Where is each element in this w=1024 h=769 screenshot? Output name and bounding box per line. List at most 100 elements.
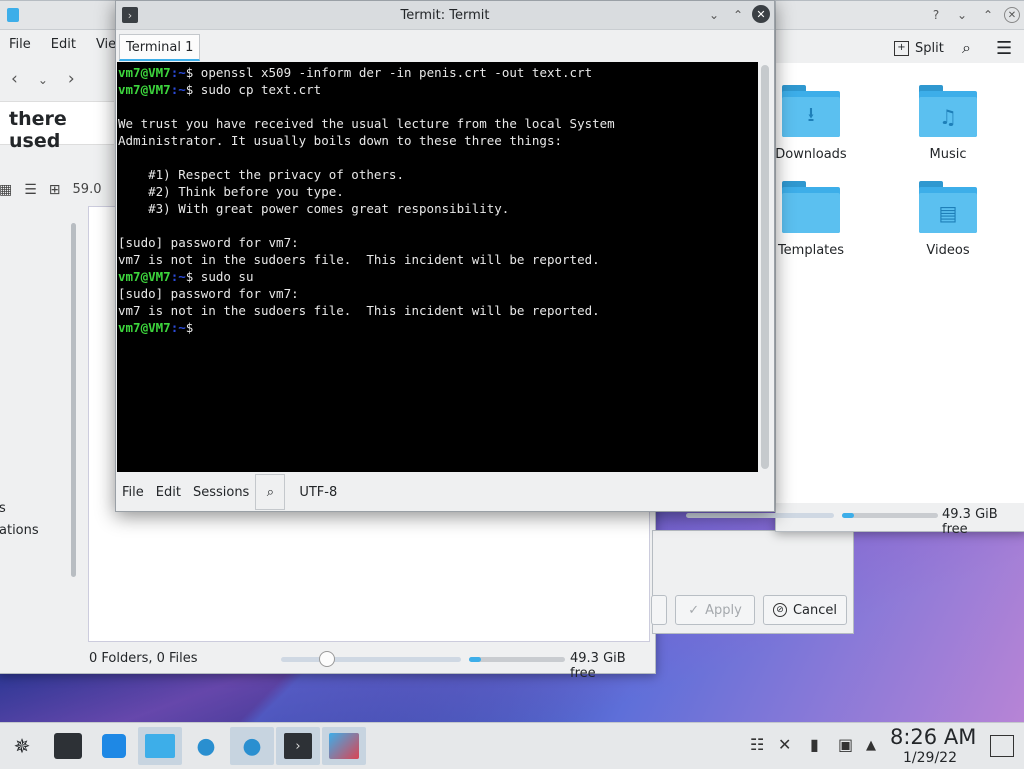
device-notifier-icon[interactable]: ▮ bbox=[810, 735, 819, 754]
apply-label: Apply bbox=[705, 602, 742, 618]
folder-label-music[interactable]: Music bbox=[893, 147, 1003, 162]
file-icon-view[interactable]: ⭳ Downloads ♫ Music Templates ▤ Videos bbox=[775, 63, 1024, 503]
termit-titlebar[interactable]: › Termit: Termit ⌄ ⌃ ✕ bbox=[116, 1, 774, 30]
terminal-line: vm7@VM7:~$ bbox=[118, 319, 758, 336]
search-icon[interactable]: ⌕ bbox=[255, 474, 286, 510]
split-icon: + bbox=[894, 41, 909, 56]
prompt-path: :~ bbox=[170, 320, 186, 335]
expand-tray-icon[interactable]: ▲ bbox=[866, 738, 876, 753]
music-folder-icon[interactable]: ♫ bbox=[919, 85, 979, 139]
terminal-line: vm7@VM7:~$ openssl x509 -inform der -in … bbox=[118, 64, 758, 81]
dolphin-right-titlebar[interactable]: ? ⌄ ⌃ ✕ bbox=[776, 1, 1024, 30]
screenshot-tool-icon[interactable] bbox=[322, 727, 366, 765]
terminal-line: vm7 is not in the sudoers file. This inc… bbox=[118, 303, 600, 318]
icons-view-icon[interactable]: ▦ bbox=[0, 182, 12, 198]
tab-terminal-1[interactable]: Terminal 1 bbox=[119, 34, 201, 61]
free-space-label-right: 49.3 GiB free bbox=[942, 507, 998, 537]
prompt-command: $ sudo su bbox=[185, 269, 254, 284]
split-label: Split bbox=[915, 41, 944, 56]
application-launcher-icon[interactable]: ✵ bbox=[0, 727, 44, 765]
terminal-line: vm7@VM7:~$ sudo su bbox=[118, 268, 758, 285]
menu-edit[interactable]: Edit bbox=[51, 37, 76, 52]
terminal-task-icon[interactable]: › bbox=[276, 727, 320, 765]
termit-window[interactable]: › Termit: Termit ⌄ ⌃ ✕ Terminal 1 vm7@VM… bbox=[115, 0, 775, 512]
dolphin-back-menubar: File Edit View bbox=[9, 37, 127, 52]
downloads-folder-icon[interactable]: ⭳ bbox=[782, 85, 842, 139]
terminal-line: [sudo] password for vm7: bbox=[118, 235, 299, 250]
sidebar-scrollbar[interactable] bbox=[71, 223, 76, 577]
window-title: Termit: Termit bbox=[400, 7, 490, 23]
bottom-menu-edit[interactable]: Edit bbox=[156, 485, 181, 500]
split-button[interactable]: + Split bbox=[894, 41, 944, 56]
close-icon[interactable]: ✕ bbox=[1004, 7, 1020, 23]
status-folders-files: 0 Folders, 0 Files bbox=[89, 651, 198, 666]
check-icon: ✓ bbox=[688, 602, 700, 618]
dialog-window: ✓ Apply ⊘ Cancel bbox=[651, 530, 854, 634]
prompt-user-host: vm7@VM7 bbox=[118, 320, 171, 335]
dolphin-task-icon[interactable] bbox=[138, 727, 182, 765]
videos-folder-icon[interactable]: ▤ bbox=[919, 181, 979, 235]
ok-button-partial[interactable] bbox=[651, 595, 667, 625]
templates-folder-icon[interactable] bbox=[782, 181, 842, 235]
prompt-user-host: vm7@VM7 bbox=[118, 65, 171, 80]
dolphin-back-nav: ‹ ⌄ › bbox=[11, 69, 75, 89]
terminal-line: We trust you have received the usual lec… bbox=[118, 116, 615, 131]
prompt-command: $ sudo cp text.crt bbox=[185, 82, 322, 97]
prompt-path: :~ bbox=[170, 82, 186, 97]
minimize-icon[interactable]: ⌄ bbox=[952, 5, 972, 25]
show-desktop-icon[interactable] bbox=[990, 735, 1014, 757]
prompt-path: :~ bbox=[170, 65, 186, 80]
zoom-slider-right[interactable] bbox=[686, 513, 834, 518]
details-view-icon[interactable]: ⊞ bbox=[49, 182, 61, 198]
tab-label: Terminal 1 bbox=[126, 39, 194, 55]
prompt-user-host: vm7@VM7 bbox=[118, 269, 171, 284]
free-space-label: 49.3 GiB free bbox=[570, 651, 626, 681]
system-settings-icon[interactable] bbox=[46, 727, 90, 765]
zoom-slider[interactable] bbox=[281, 651, 461, 667]
prompt-command: $ bbox=[185, 320, 201, 335]
menu-file[interactable]: File bbox=[9, 37, 31, 52]
chevron-down-icon[interactable]: ⌄ bbox=[38, 73, 48, 89]
terminal-line: #2) Think before you type. bbox=[118, 184, 344, 199]
terminal-line: [sudo] password for vm7: bbox=[118, 286, 299, 301]
clock-time[interactable]: 8:26 AM bbox=[890, 725, 976, 749]
volume-muted-icon[interactable]: ✕ bbox=[778, 735, 791, 754]
discover-store-icon[interactable] bbox=[92, 727, 136, 765]
search-icon[interactable]: ⌕ bbox=[962, 38, 971, 58]
zoom-slider-handle[interactable] bbox=[319, 651, 335, 667]
terminal-line: Administrator. It usually boils down to … bbox=[118, 133, 563, 148]
bottom-menu-file[interactable]: File bbox=[122, 485, 144, 500]
network-icon[interactable]: ▣ bbox=[838, 735, 853, 754]
apply-button[interactable]: ✓ Apply bbox=[675, 595, 755, 625]
encoding-label[interactable]: UTF-8 bbox=[299, 485, 337, 500]
maximize-icon[interactable]: ⌃ bbox=[978, 5, 998, 25]
folder-label-videos[interactable]: Videos bbox=[893, 243, 1003, 258]
back-arrow-icon[interactable]: ‹ bbox=[11, 69, 18, 89]
sidebar-item-locations[interactable]: ations bbox=[0, 523, 39, 538]
terminal-scrollbar[interactable] bbox=[761, 65, 769, 469]
terminal-screen[interactable]: vm7@VM7:~$ openssl x509 -inform der -in … bbox=[117, 62, 758, 472]
location-bar[interactable]: there used bbox=[0, 101, 114, 152]
cancel-button[interactable]: ⊘ Cancel bbox=[763, 595, 847, 625]
terminal-line: #3) With great power comes great respons… bbox=[118, 201, 510, 216]
clock-date[interactable]: 1/29/22 bbox=[903, 750, 957, 766]
browser-task-icon[interactable]: ● bbox=[230, 727, 274, 765]
compact-view-icon[interactable]: ☰ bbox=[24, 182, 37, 198]
hamburger-menu-icon[interactable]: ☰ bbox=[996, 38, 1012, 59]
view-mode-buttons: ▦ ☰ ⊞ 59.0 bbox=[0, 182, 101, 198]
prompt-path: :~ bbox=[170, 269, 186, 284]
clipboard-icon[interactable]: ☷ bbox=[750, 735, 764, 754]
location-text: there used bbox=[9, 108, 67, 152]
cancel-icon: ⊘ bbox=[772, 603, 787, 617]
forward-arrow-icon[interactable]: › bbox=[68, 69, 75, 89]
help-icon[interactable]: ? bbox=[926, 5, 946, 25]
bottom-menu-sessions[interactable]: Sessions bbox=[193, 485, 249, 500]
dolphin-app-icon bbox=[7, 8, 19, 22]
dolphin-window-right[interactable]: ? ⌄ ⌃ ✕ + Split ⌕ ☰ ⭳ Downloads ♫ Music … bbox=[686, 0, 1024, 537]
sidebar-item-fragment[interactable]: s bbox=[0, 501, 6, 516]
cancel-label: Cancel bbox=[792, 602, 838, 618]
browser-icon[interactable]: ● bbox=[184, 727, 228, 765]
